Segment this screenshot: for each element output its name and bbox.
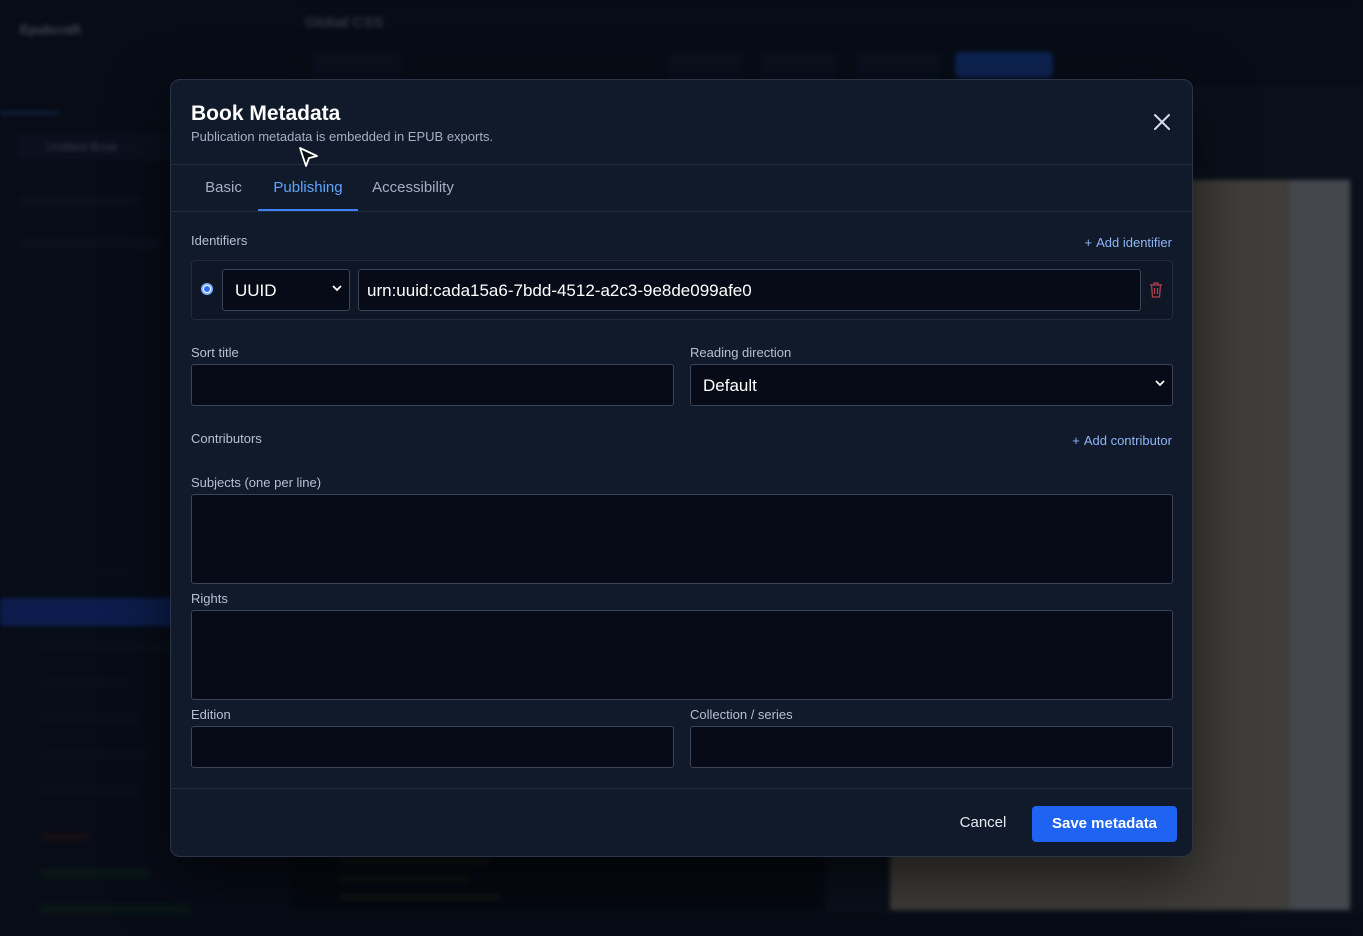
plus-icon: + — [1084, 235, 1093, 250]
identifier-scheme-select[interactable]: UUID — [222, 269, 350, 311]
tab-publishing[interactable]: Publishing — [258, 165, 358, 211]
reading-direction-label: Reading direction — [690, 345, 792, 360]
plus-icon: + — [1072, 433, 1080, 448]
collection-input[interactable] — [690, 726, 1173, 768]
save-metadata-button[interactable]: Save metadata — [1032, 806, 1177, 842]
book-metadata-dialog: Book Metadata Publication metadata is em… — [170, 79, 1193, 857]
sort-title-label: Sort title — [191, 345, 239, 360]
subjects-textarea[interactable] — [191, 494, 1173, 584]
footer-divider — [171, 788, 1192, 789]
mouse-cursor-icon — [299, 147, 318, 167]
dialog-tabs: Basic Publishing Accessibility — [171, 164, 1192, 212]
edition-input[interactable] — [191, 726, 674, 768]
edition-label: Edition — [191, 707, 231, 722]
add-contributor-button[interactable]: + Add contributor — [1072, 433, 1172, 448]
add-contributor-label: Add contributor — [1083, 433, 1172, 448]
subjects-label: Subjects (one per line) — [191, 475, 322, 490]
dialog-subtitle: Publication metadata is embedded in EPUB… — [191, 129, 494, 144]
reading-direction-select[interactable]: Default — [690, 364, 1173, 406]
identifier-value-input[interactable]: urn:uuid:cada15a6-7bdd-4512-a2c3-9e8de09… — [358, 269, 1141, 311]
chevron-down-icon — [1155, 380, 1165, 387]
trash-icon[interactable] — [1148, 281, 1164, 299]
dialog-title: Book Metadata — [191, 102, 341, 125]
identifier-scheme-value: UUID — [235, 281, 277, 300]
tab-accessibility[interactable]: Accessibility — [365, 165, 461, 211]
contributors-label: Contributors — [191, 431, 262, 446]
identifier-row: UUID urn:uuid:cada15a6-7bdd-4512-a2c3-9e… — [191, 260, 1173, 320]
rights-label: Rights — [191, 591, 228, 606]
collection-label: Collection / series — [690, 707, 793, 722]
add-identifier-label: Add identifier — [1096, 235, 1172, 250]
add-identifier-button[interactable]: + Add identifier — [1085, 235, 1172, 250]
close-button[interactable] — [1150, 110, 1174, 134]
primary-identifier-radio[interactable] — [201, 283, 213, 295]
sort-title-input[interactable] — [191, 364, 674, 406]
close-icon — [1154, 114, 1170, 130]
reading-direction-value: Default — [703, 376, 757, 395]
chevron-down-icon — [332, 285, 342, 292]
tab-basic[interactable]: Basic — [191, 165, 256, 211]
rights-textarea[interactable] — [191, 610, 1173, 700]
cancel-button[interactable]: Cancel — [947, 806, 1019, 840]
identifiers-label: Identifiers — [191, 233, 248, 248]
